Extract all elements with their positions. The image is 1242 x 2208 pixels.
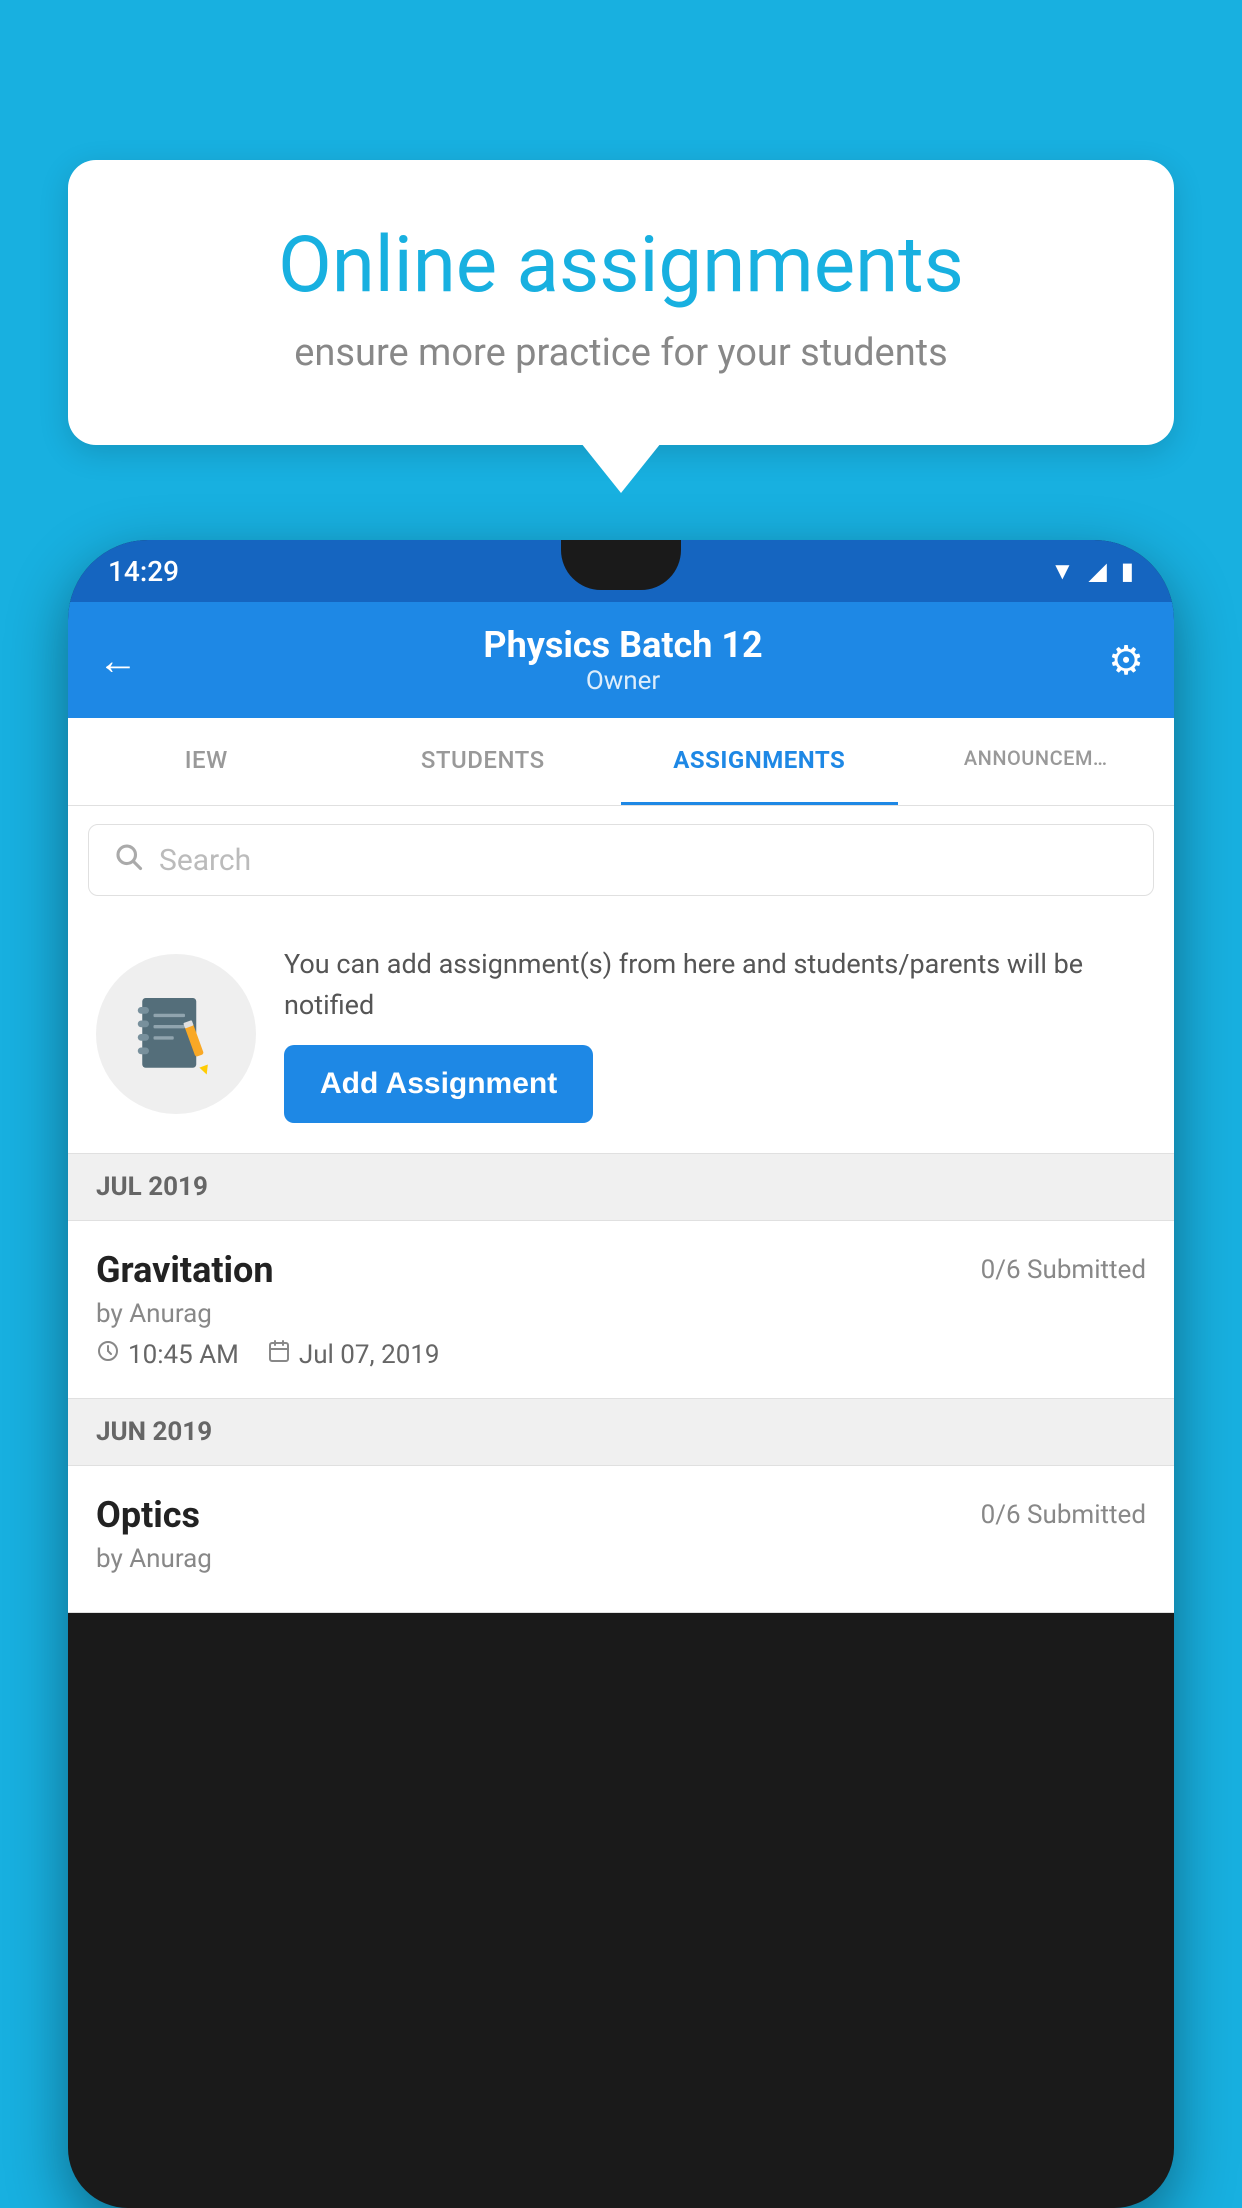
search-icon <box>113 841 143 879</box>
speech-bubble: Online assignments ensure more practice … <box>68 160 1174 445</box>
add-assignment-promo: You can add assignment(s) from here and … <box>68 914 1174 1154</box>
notch <box>561 540 681 590</box>
assignment-name-gravitation: Gravitation <box>96 1249 274 1291</box>
notebook-icon <box>131 989 221 1079</box>
assignment-row1: Gravitation 0/6 Submitted <box>96 1249 1146 1291</box>
header-subtitle: Owner <box>483 666 762 696</box>
promo-icon-circle <box>96 954 256 1114</box>
assignment-row1-optics: Optics 0/6 Submitted <box>96 1494 1146 1536</box>
promo-right: You can add assignment(s) from here and … <box>284 944 1146 1123</box>
calendar-icon <box>267 1339 291 1370</box>
settings-button[interactable]: ⚙ <box>1108 637 1144 684</box>
content-area: Search <box>68 806 1174 1613</box>
battery-icon: ▮ <box>1121 557 1134 585</box>
search-input-wrap[interactable]: Search <box>88 824 1154 896</box>
tab-students[interactable]: STUDENTS <box>345 718 622 805</box>
date-value-gravitation: Jul 07, 2019 <box>299 1340 440 1370</box>
search-bar-container: Search <box>68 806 1174 914</box>
time-value-gravitation: 10:45 AM <box>128 1340 239 1370</box>
tab-announcements[interactable]: ANNOUNCEM… <box>898 718 1175 805</box>
section-header-jun: JUN 2019 <box>68 1399 1174 1466</box>
status-bar: 14:29 ▼ ◢ ▮ <box>68 540 1174 602</box>
clock-icon <box>96 1339 120 1370</box>
bubble-title: Online assignments <box>138 220 1104 311</box>
add-assignment-button[interactable]: Add Assignment <box>284 1045 593 1123</box>
meta-date-gravitation: Jul 07, 2019 <box>267 1339 440 1370</box>
assignment-submitted-gravitation: 0/6 Submitted <box>981 1255 1146 1285</box>
promo-text: You can add assignment(s) from here and … <box>284 944 1146 1025</box>
assignment-item-gravitation[interactable]: Gravitation 0/6 Submitted by Anurag 10:4… <box>68 1221 1174 1399</box>
back-button[interactable]: ← <box>98 637 138 684</box>
signal-icon: ◢ <box>1088 557 1106 585</box>
assignment-submitted-optics: 0/6 Submitted <box>981 1500 1146 1530</box>
tab-assignments[interactable]: ASSIGNMENTS <box>621 718 898 805</box>
assignment-meta-gravitation: 10:45 AM Jul 07, 2019 <box>96 1339 1146 1370</box>
search-placeholder: Search <box>159 843 251 878</box>
assignment-item-optics[interactable]: Optics 0/6 Submitted by Anurag <box>68 1466 1174 1613</box>
header-title: Physics Batch 12 <box>483 624 762 666</box>
bubble-subtitle: ensure more practice for your students <box>138 331 1104 375</box>
meta-time-gravitation: 10:45 AM <box>96 1339 239 1370</box>
section-header-jul: JUL 2019 <box>68 1154 1174 1221</box>
app-header: ← Physics Batch 12 Owner ⚙ <box>68 602 1174 718</box>
assignment-by-gravitation: by Anurag <box>96 1299 1146 1329</box>
assignment-name-optics: Optics <box>96 1494 200 1536</box>
status-time: 14:29 <box>108 555 179 588</box>
status-icons: ▼ ◢ ▮ <box>1051 557 1134 586</box>
header-center: Physics Batch 12 Owner <box>483 624 762 696</box>
assignment-by-optics: by Anurag <box>96 1544 1146 1574</box>
wifi-icon: ▼ <box>1051 557 1075 586</box>
tab-iew[interactable]: IEW <box>68 718 345 805</box>
tabs-bar: IEW STUDENTS ASSIGNMENTS ANNOUNCEM… <box>68 718 1174 806</box>
phone-frame: 14:29 ▼ ◢ ▮ ← Physics Batch 12 Owner ⚙ I… <box>68 540 1174 2208</box>
